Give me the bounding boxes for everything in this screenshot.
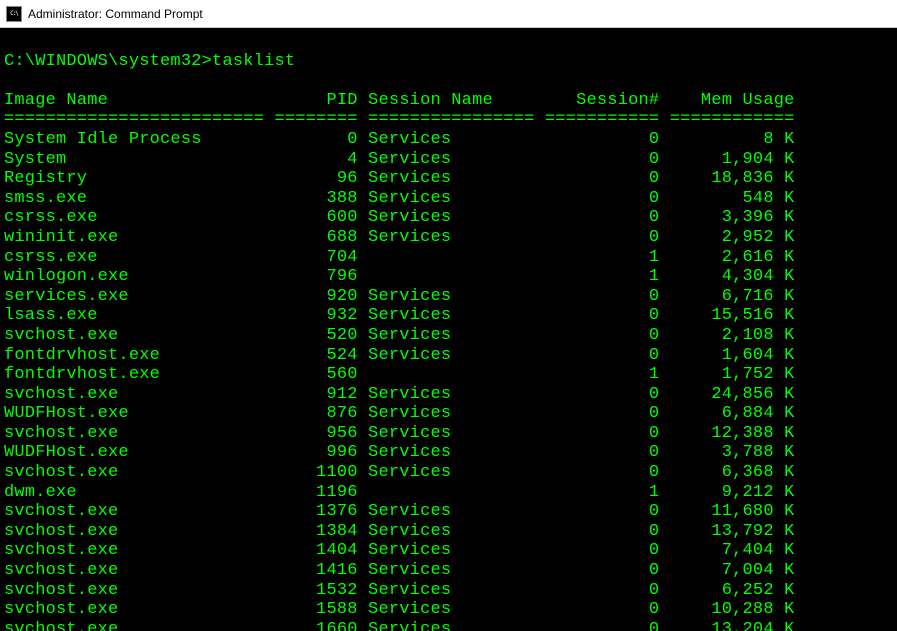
cmd-icon: [6, 6, 22, 22]
prompt-path: C:\WINDOWS\system32>: [4, 52, 212, 71]
window-title: Administrator: Command Prompt: [28, 7, 203, 21]
prompt-line: C:\WINDOWS\system32>tasklist: [4, 52, 295, 71]
process-rows: System Idle Process 0 Services 0 8 K Sys…: [4, 130, 795, 631]
window-titlebar[interactable]: Administrator: Command Prompt: [0, 0, 897, 28]
console-area[interactable]: C:\WINDOWS\system32>tasklist Image Name …: [0, 28, 897, 631]
command-text: tasklist: [212, 52, 295, 71]
column-headers: Image Name PID Session Name Session# Mem…: [4, 91, 795, 110]
separator-line: ========================= ======== =====…: [4, 110, 795, 129]
